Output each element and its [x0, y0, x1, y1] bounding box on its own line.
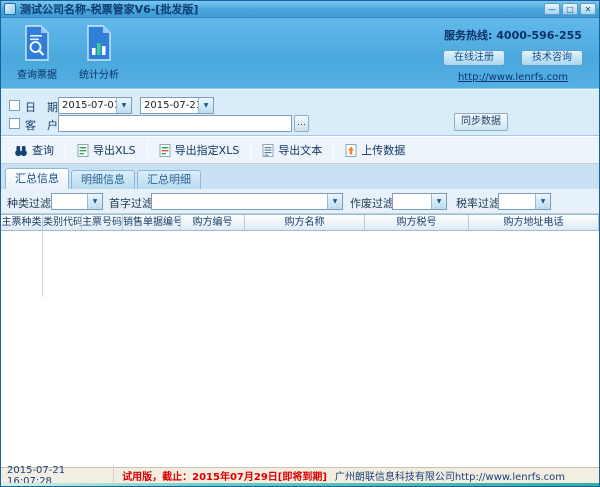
- document-chart-icon: [84, 24, 114, 62]
- app-icon: [4, 3, 16, 15]
- void-filter-combo[interactable]: ▼: [392, 193, 447, 210]
- search-button-label: 查询: [32, 142, 54, 158]
- binoculars-icon: [14, 144, 28, 157]
- initial-filter-value: [152, 194, 327, 209]
- tab-summary-info[interactable]: 汇总信息: [5, 168, 69, 189]
- void-filter-arrow-icon[interactable]: ▼: [431, 194, 446, 209]
- sync-data-button[interactable]: 同步数据: [454, 113, 508, 131]
- initial-filter-label: 首字过滤: [109, 195, 153, 211]
- date-to-value: 2015-07-21: [141, 98, 198, 113]
- void-filter-label: 作废过滤: [350, 195, 394, 211]
- void-filter-value: [393, 194, 431, 209]
- maximize-button[interactable]: □: [562, 3, 578, 15]
- grid-column-line: [42, 231, 43, 297]
- customer-lookup-button[interactable]: …: [294, 115, 309, 132]
- toolbar-separator: [250, 141, 251, 159]
- grid-body: [1, 231, 599, 467]
- query-invoices-button[interactable]: 查询票据: [9, 23, 65, 85]
- hotline: 服务热线: 4000-596-255: [433, 27, 593, 43]
- column-header-sales-doc-no[interactable]: 销售单据编号: [123, 215, 181, 231]
- document-search-icon: [22, 24, 52, 62]
- column-header-buyer-address-tel[interactable]: 购方地址电话: [469, 215, 599, 231]
- column-header-buyer-no[interactable]: 购方编号: [181, 215, 245, 231]
- customer-value: [59, 116, 291, 131]
- xls-file-icon: [159, 144, 171, 157]
- toolbar-separator: [147, 141, 148, 159]
- tax-filter-arrow-icon[interactable]: ▼: [535, 194, 550, 209]
- kind-filter-label: 种类过滤: [7, 195, 51, 211]
- export-named-xls-button[interactable]: 导出指定XLS: [152, 140, 247, 160]
- tax-filter-label: 税率过滤: [456, 195, 500, 211]
- date-from-value: 2015-07-01: [59, 98, 116, 113]
- column-header-buyer-name[interactable]: 购方名称: [245, 215, 365, 231]
- app-window: 测试公司名称-税票管家V6-[批发版] — □ ✕ 查询票据: [0, 0, 600, 487]
- toolbar-separator: [333, 141, 334, 159]
- export-text-button[interactable]: 导出文本: [255, 140, 329, 160]
- company-link[interactable]: 广州朗联信息科技有限公司http://www.lenrfs.com: [335, 468, 565, 483]
- column-header-category-code[interactable]: 类别代码: [43, 215, 82, 231]
- statistics-label: 统计分析: [79, 70, 119, 81]
- export-text-label: 导出文本: [278, 142, 322, 158]
- kind-filter-value: [52, 194, 87, 209]
- column-header-main-ticket-no[interactable]: 主票号码: [82, 215, 123, 231]
- tab-summary-detail[interactable]: 汇总明细: [137, 170, 201, 189]
- hotline-label: 服务热线:: [444, 29, 492, 42]
- column-header-buyer-tax-no[interactable]: 购方税号: [365, 215, 469, 231]
- tech-support-button[interactable]: 技术咨询: [521, 50, 583, 66]
- query-panel: 日 期 2015-07-01 ▼ 2015-07-21 ▼ 客 户 … 同步数据: [1, 89, 599, 136]
- tab-detail-info[interactable]: 明细信息: [71, 170, 135, 189]
- query-invoices-label: 查询票据: [17, 70, 57, 81]
- tab-strip: 汇总信息 明细信息 汇总明细: [1, 164, 599, 189]
- search-button[interactable]: 查询: [7, 140, 61, 160]
- customer-label: 客 户: [25, 117, 58, 133]
- ribbon-toolbar: 查询票据 统计分析 服务热线: 4000-596-255 在线注册 技术咨询 h…: [1, 18, 599, 89]
- export-xls-label: 导出XLS: [93, 142, 136, 158]
- date-from-combo[interactable]: 2015-07-01 ▼: [58, 97, 132, 114]
- tax-filter-value: [499, 194, 535, 209]
- status-bar: 2015-07-21 16:07:28 试用版，截止：2015年07月29日[即…: [1, 467, 599, 486]
- date-to-combo[interactable]: 2015-07-21 ▼: [140, 97, 214, 114]
- toolbar-separator: [65, 141, 66, 159]
- website-link[interactable]: http://www.lenrfs.com: [433, 72, 593, 83]
- upload-data-label: 上传数据: [361, 142, 405, 158]
- xls-file-icon: [77, 144, 89, 157]
- column-header-main-ticket-type[interactable]: 主票种类: [1, 215, 43, 231]
- statistics-button[interactable]: 统计分析: [71, 23, 127, 85]
- kind-filter-combo[interactable]: ▼: [51, 193, 103, 210]
- text-file-icon: [262, 144, 274, 157]
- export-named-xls-label: 导出指定XLS: [175, 142, 240, 158]
- close-button[interactable]: ✕: [580, 3, 596, 15]
- status-time: 2015-07-21 16:07:28: [5, 465, 114, 487]
- kind-filter-arrow-icon[interactable]: ▼: [87, 194, 102, 209]
- filter-bar: 种类过滤 ▼ 首字过滤 ▼ 作废过滤 ▼ 税率过滤 ▼: [1, 189, 599, 214]
- initial-filter-combo[interactable]: ▼: [151, 193, 343, 210]
- grid-header: 主票种类 类别代码 主票号码 销售单据编号 购方编号 购方名称 购方税号 购方地…: [1, 214, 599, 231]
- upload-icon: [345, 144, 357, 157]
- minimize-button[interactable]: —: [544, 3, 560, 15]
- hotline-number: 4000-596-255: [496, 29, 582, 42]
- date-checkbox[interactable]: [9, 100, 20, 111]
- window-title: 测试公司名称-税票管家V6-[批发版]: [20, 1, 544, 17]
- tax-filter-combo[interactable]: ▼: [498, 193, 551, 210]
- title-bar: 测试公司名称-税票管家V6-[批发版] — □ ✕: [1, 1, 599, 18]
- upload-data-button[interactable]: 上传数据: [338, 140, 412, 160]
- date-label: 日 期: [25, 99, 58, 115]
- customer-checkbox[interactable]: [9, 118, 20, 129]
- customer-input[interactable]: [58, 115, 292, 132]
- export-xls-button[interactable]: 导出XLS: [70, 140, 143, 160]
- initial-filter-arrow-icon[interactable]: ▼: [327, 194, 342, 209]
- online-register-button[interactable]: 在线注册: [443, 50, 505, 66]
- trial-notice: 试用版，截止：2015年07月29日[即将到期]: [114, 468, 335, 483]
- action-bar: 查询 导出XLS 导出指定XLS: [1, 136, 599, 164]
- date-to-dropdown-arrow-icon[interactable]: ▼: [198, 98, 213, 113]
- date-from-dropdown-arrow-icon[interactable]: ▼: [116, 98, 131, 113]
